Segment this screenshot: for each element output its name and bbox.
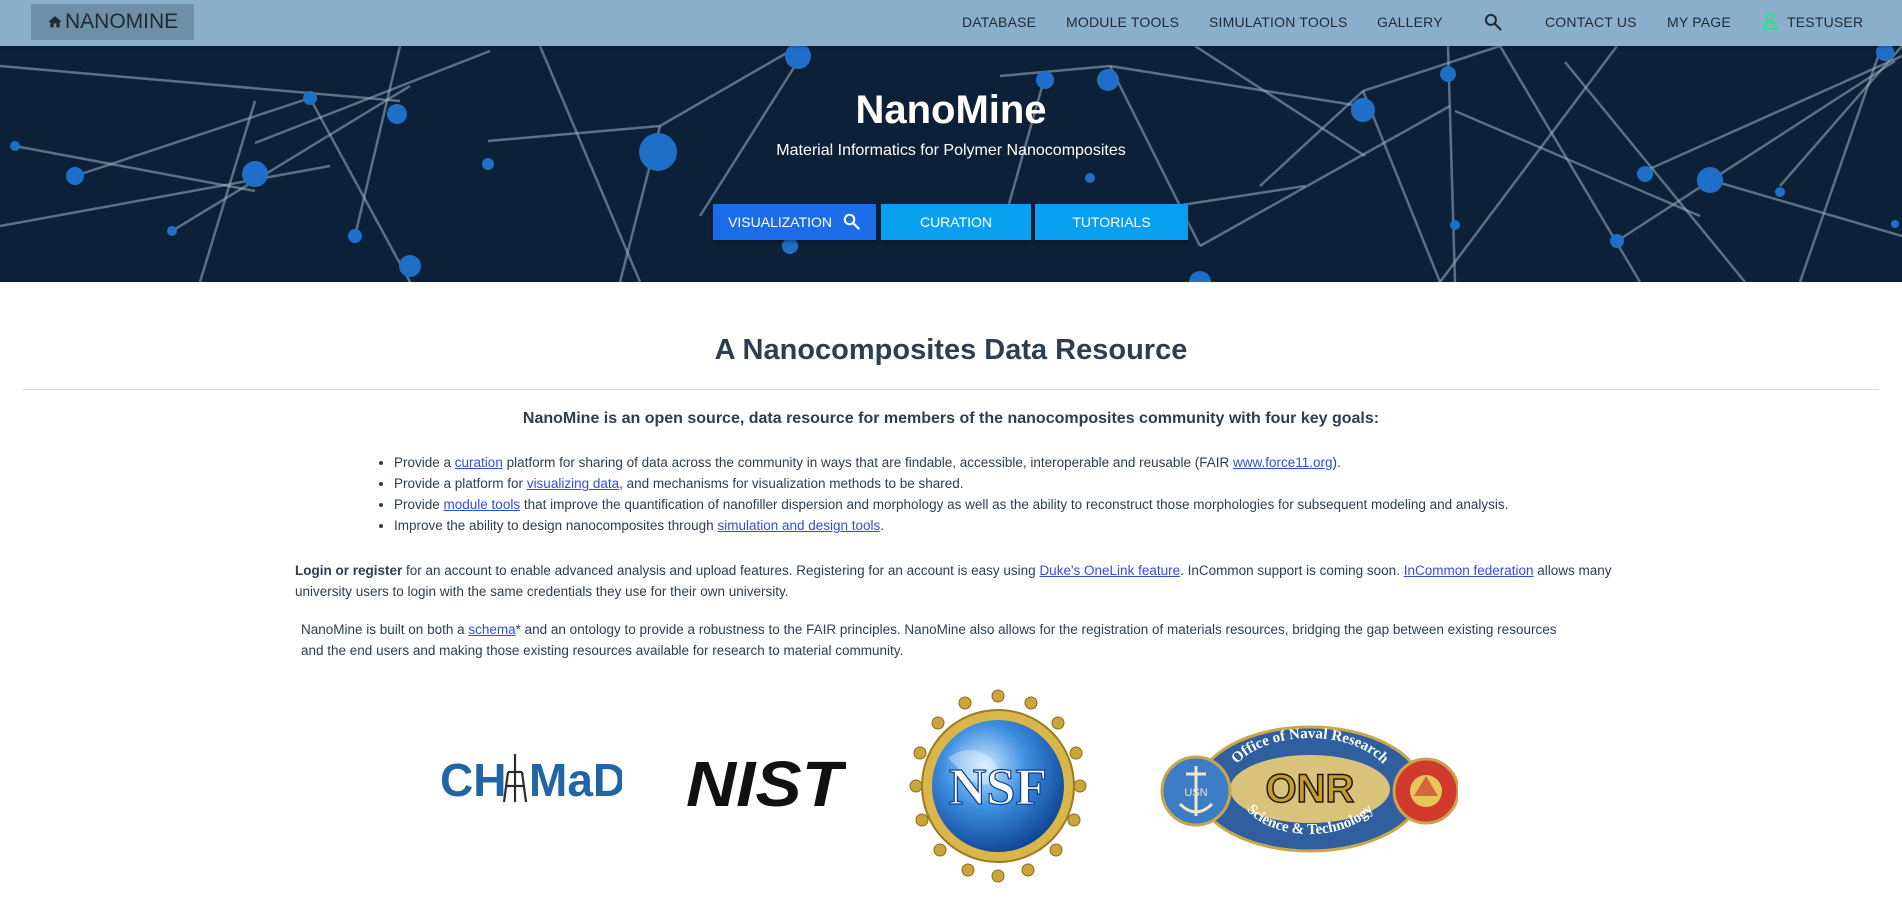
search-icon (843, 214, 860, 231)
home-brand-button[interactable]: NANOMINE (31, 4, 194, 40)
nist-logo: NIST (686, 754, 846, 812)
incommon-federation-link[interactable]: InCommon federation (1404, 563, 1534, 578)
nav-database[interactable]: DATABASE (962, 0, 1036, 44)
onr-logo: ONR Office of Naval Research Science & T… (1160, 725, 1458, 853)
visualizing-data-link[interactable]: visualizing data (527, 476, 619, 491)
nav-my-page[interactable]: MY PAGE (1667, 0, 1731, 44)
svg-text:CH: CH (440, 754, 506, 806)
nav-gallery[interactable]: GALLERY (1377, 0, 1443, 44)
home-icon (48, 16, 62, 28)
top-nav-bar: NANOMINE DATABASE MODULE TOOLS SIMULATIO… (0, 0, 1902, 46)
svg-text:ONR: ONR (1266, 767, 1355, 811)
hero-subtitle: Material Informatics for Polymer Nanocom… (776, 142, 1126, 159)
duke-onelink-link[interactable]: Duke's OneLink feature (1039, 563, 1180, 578)
module-tools-link[interactable]: module tools (444, 497, 521, 512)
section-heading: A Nanocomposites Data Resource (714, 334, 1188, 366)
hero-banner: NanoMine Material Informatics for Polyme… (0, 46, 1902, 282)
nav-module-tools[interactable]: MODULE TOOLS (1066, 0, 1179, 44)
list-item: Provide module tools that improve the qu… (394, 494, 1508, 515)
list-item: Provide a platform for visualizing data,… (394, 473, 1508, 494)
curation-link[interactable]: curation (455, 455, 503, 470)
login-register-label[interactable]: Login or register (295, 563, 402, 578)
nav-user-testuser[interactable]: TESTUSER (1787, 0, 1863, 44)
login-paragraph: Login or register for an account to enab… (295, 563, 1612, 599)
nav-contact-us[interactable]: CONTACT US (1545, 0, 1637, 44)
network-background-graphic (0, 46, 1902, 282)
curation-button[interactable]: CURATION (881, 204, 1031, 240)
svg-text:USN: USN (1184, 787, 1207, 799)
goals-list: Provide a curation platform for sharing … (374, 452, 1508, 536)
hero-title: NanoMine (855, 88, 1047, 132)
simulation-design-tools-link[interactable]: simulation and design tools (717, 518, 880, 533)
user-icon (1762, 12, 1778, 30)
force11-link[interactable]: www.force11.org (1233, 455, 1333, 470)
nav-simulation-tools[interactable]: SIMULATION TOOLS (1209, 0, 1348, 44)
visualization-button[interactable]: VISUALIZATION (713, 204, 876, 240)
schema-paragraph: NanoMine is built on both a schema* and … (301, 622, 1557, 658)
svg-text:MaD: MaD (529, 754, 622, 806)
brand-label: NANOMINE (65, 10, 179, 33)
section-divider (23, 389, 1879, 390)
search-icon[interactable] (1483, 12, 1503, 32)
list-item: Provide a curation platform for sharing … (394, 452, 1508, 473)
visualization-button-label: VISUALIZATION (728, 214, 833, 230)
chimad-logo: CH MaD (440, 754, 622, 806)
nsf-logo-text: NSF (949, 759, 1047, 816)
nsf-logo: NSF (909, 689, 1087, 883)
tutorials-button[interactable]: TUTORIALS (1035, 204, 1188, 240)
svg-text:NIST: NIST (686, 754, 846, 812)
intro-text: NanoMine is an open source, data resourc… (522, 410, 1380, 427)
schema-link[interactable]: schema (468, 622, 515, 637)
list-item: Improve the ability to design nanocompos… (394, 515, 1508, 536)
